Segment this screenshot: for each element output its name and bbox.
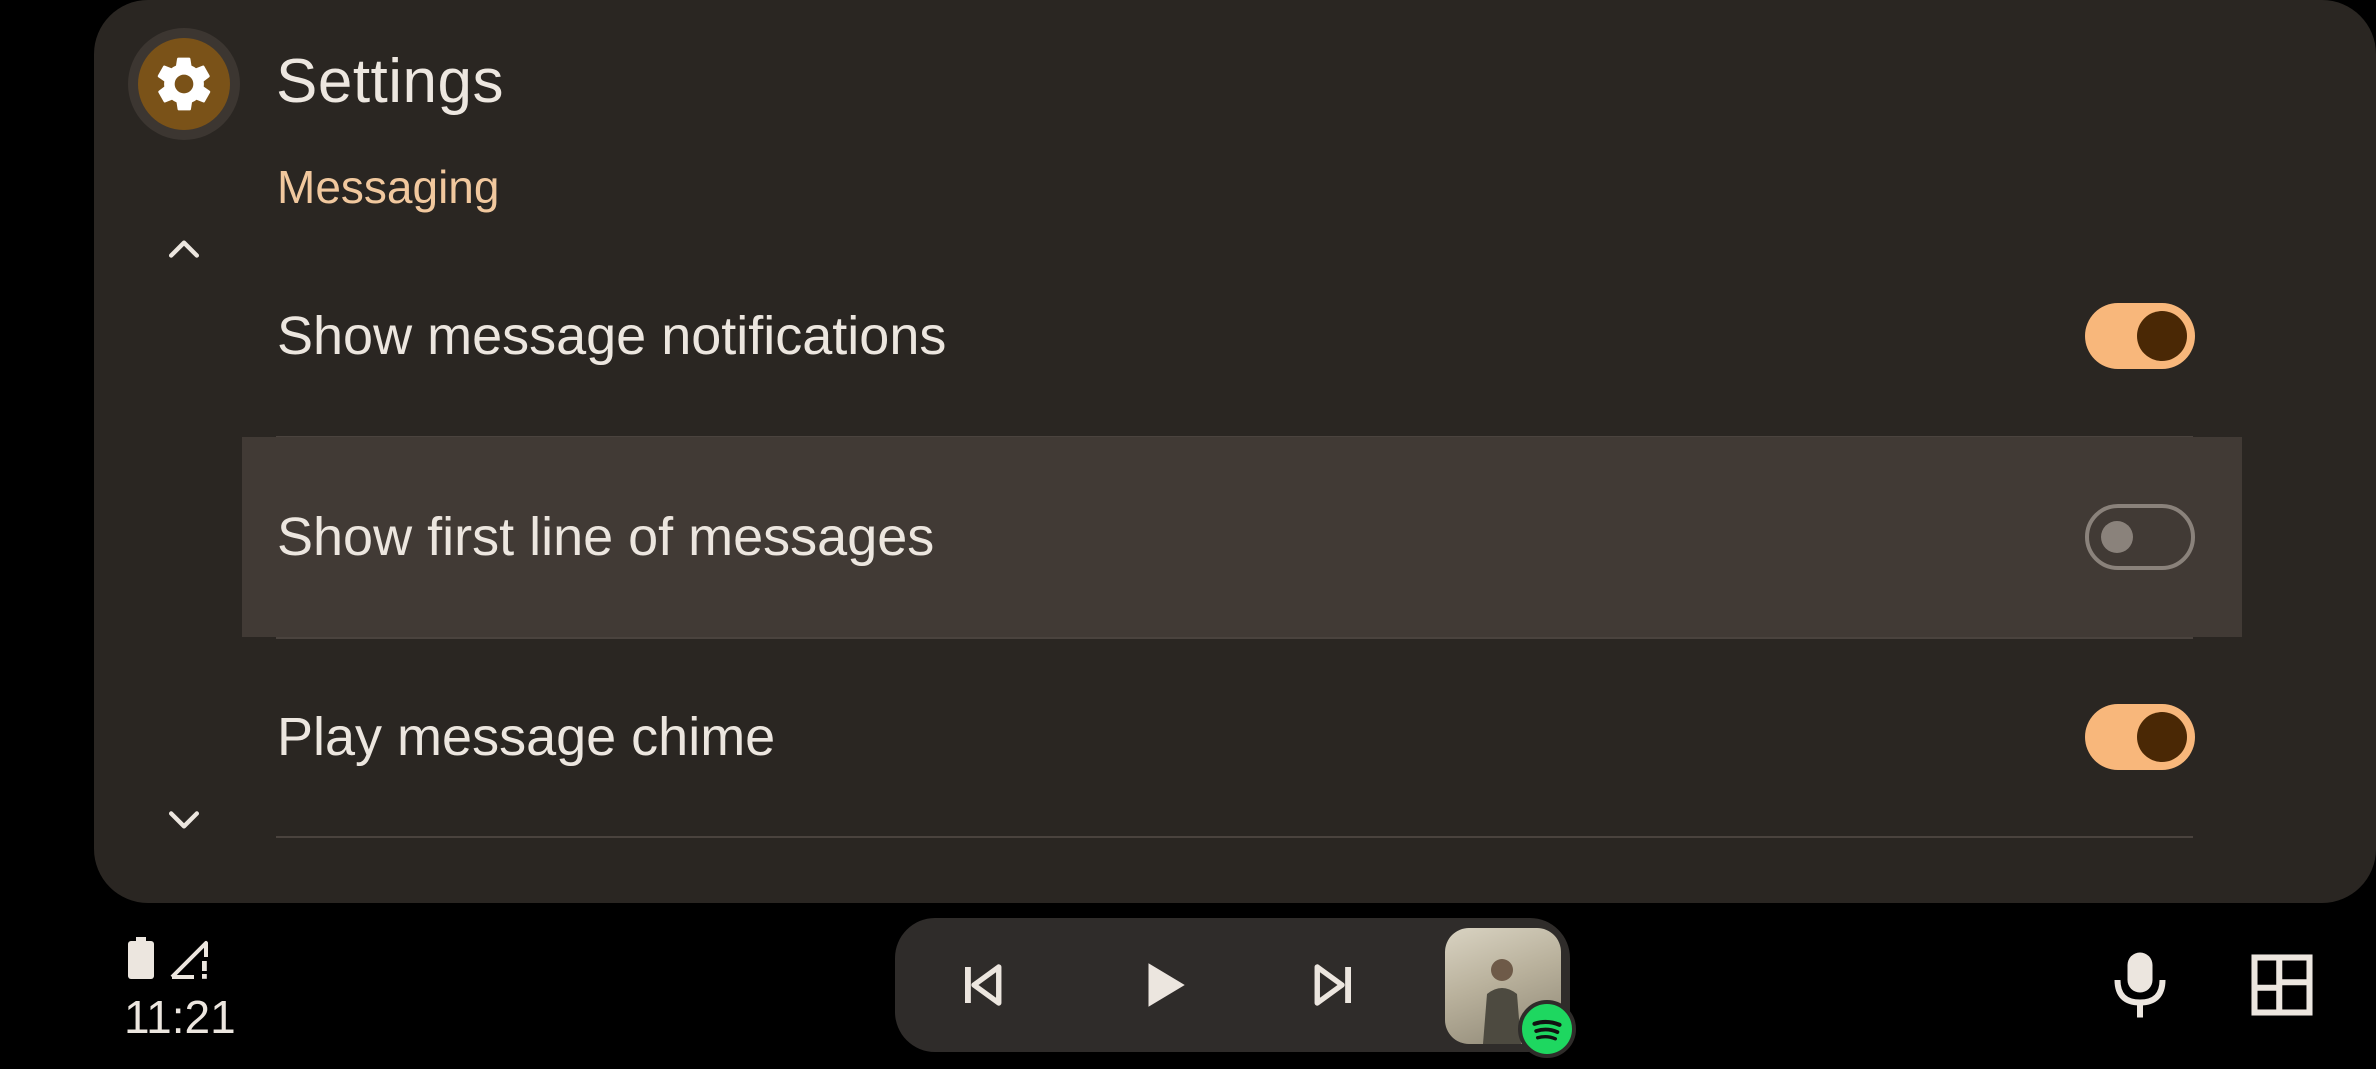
skip-next-icon [1314, 964, 1351, 1006]
spotify-icon [1518, 1000, 1576, 1058]
settings-app-icon[interactable] [128, 28, 240, 140]
show-first-line-toggle[interactable] [2085, 504, 2195, 570]
section-header-messaging: Messaging [277, 161, 500, 213]
setting-row-show-first-line[interactable]: Show first line of messages [242, 437, 2242, 637]
microphone-icon [2114, 952, 2166, 1018]
setting-row-play-message-chime[interactable]: Play message chime [242, 637, 2242, 837]
setting-row-show-message-notifications[interactable]: Show message notifications [242, 236, 2242, 436]
show-message-notifications-toggle[interactable] [2085, 303, 2195, 369]
row-divider [276, 836, 2193, 838]
play-icon [1148, 963, 1185, 1007]
chevron-up-icon [168, 240, 200, 258]
skip-previous-icon [965, 964, 1002, 1006]
dashboard-layout-icon [2251, 954, 2313, 1016]
clock: 11:21 [124, 991, 236, 1043]
setting-label: Play message chime [277, 707, 776, 767]
media-controls [895, 918, 1570, 1052]
play-button[interactable] [1123, 945, 1203, 1025]
toggle-knob [2137, 311, 2187, 361]
toggle-knob [2101, 521, 2133, 553]
skip-previous-button[interactable] [943, 945, 1023, 1025]
setting-label: Show message notifications [277, 306, 947, 366]
android-auto-screen: Settings Messaging Show message notifica… [0, 0, 2376, 1069]
chevron-down-icon [168, 811, 200, 829]
gear-icon [138, 38, 230, 130]
play-message-chime-toggle[interactable] [2085, 704, 2195, 770]
status-area: 11:21 [124, 935, 236, 1045]
dashboard-button[interactable] [2242, 945, 2322, 1025]
toggle-knob [2137, 712, 2187, 762]
battery-icon [128, 937, 154, 979]
scroll-down-button[interactable] [152, 787, 216, 851]
signal-no-service-icon [170, 941, 208, 979]
setting-label: Show first line of messages [277, 507, 935, 567]
scroll-up-button[interactable] [152, 218, 216, 282]
voice-assistant-button[interactable] [2100, 945, 2180, 1025]
page-title: Settings [276, 47, 505, 116]
skip-next-button[interactable] [1293, 945, 1373, 1025]
